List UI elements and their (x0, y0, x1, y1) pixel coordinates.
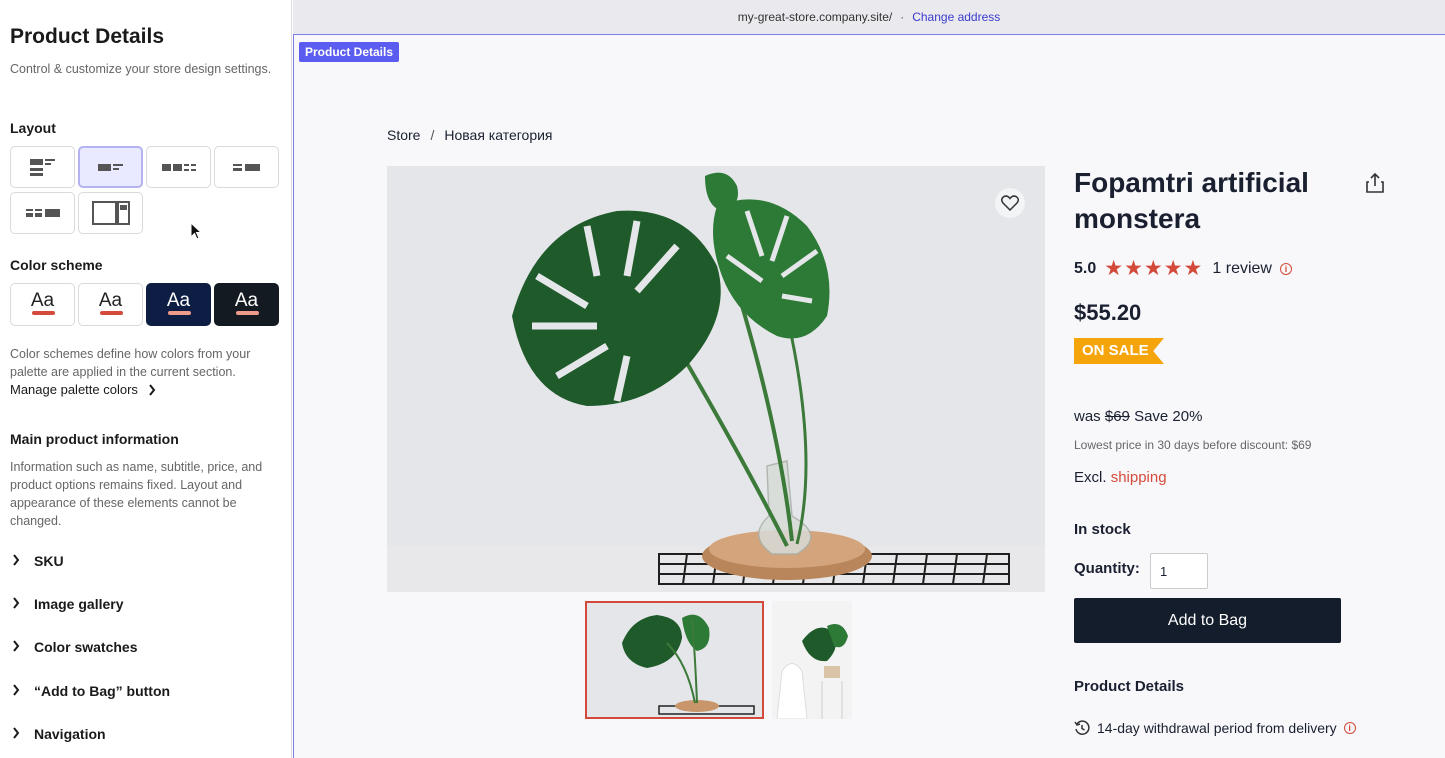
withdrawal-note: 14-day withdrawal period from delivery i (1074, 720, 1356, 736)
chevron-right-icon (13, 727, 20, 739)
thumbnail-image-2 (772, 601, 852, 719)
gallery-thumbnail-1[interactable] (585, 601, 764, 719)
breadcrumb-category[interactable]: Новая категория (444, 127, 552, 143)
change-address-link[interactable]: Change address (912, 10, 1000, 24)
stock-status: In stock (1074, 521, 1131, 538)
color-scheme-description: Color schemes define how colors from you… (10, 347, 251, 379)
rating-score: 5.0 (1074, 259, 1097, 277)
chevron-right-icon (13, 554, 20, 566)
breadcrumb-store[interactable]: Store (387, 127, 420, 143)
color-scheme-option-1[interactable]: Aa (10, 283, 75, 326)
quantity-label: Quantity: (1074, 560, 1140, 577)
layout-icon-6 (91, 201, 130, 225)
layout-option-1[interactable] (10, 146, 75, 188)
sidebar-item-label: “Add to Bag” button (34, 683, 171, 699)
on-sale-badge: ON SALE (1074, 338, 1164, 364)
reviews-link[interactable]: 1 review (1212, 260, 1272, 278)
store-address: my-great-store.company.site/ (737, 10, 893, 24)
scheme-sample-text: Aa (234, 290, 259, 311)
history-clock-icon (1074, 720, 1090, 735)
excl-label: Excl. (1074, 469, 1107, 486)
color-scheme-option-4[interactable]: Aa (214, 283, 279, 326)
thumbnail-image-1 (587, 603, 762, 717)
manage-palette-link[interactable]: Manage palette colors (10, 382, 156, 397)
main-info-description: Information such as name, subtitle, pric… (10, 460, 263, 528)
sidebar-item-label: Image gallery (34, 596, 124, 612)
layout-icon-2 (97, 164, 123, 171)
layout-heading: Layout (10, 120, 56, 136)
info-icon[interactable]: i (1279, 262, 1292, 275)
settings-sidebar: Product Details Control & customize your… (0, 0, 292, 758)
chevron-right-icon (13, 597, 20, 609)
manage-palette-label: Manage palette colors (10, 382, 138, 397)
store-preview: my-great-store.company.site/ · Change ad… (293, 0, 1445, 758)
scheme-sample-text: Aa (98, 290, 123, 311)
sidebar-item-label: Navigation (34, 726, 106, 742)
was-price: $69 (1104, 408, 1130, 425)
shipping-link[interactable]: shipping (1111, 469, 1167, 486)
layout-icon-5 (25, 209, 60, 217)
color-scheme-heading: Color scheme (10, 257, 103, 273)
chevron-right-icon (13, 684, 20, 696)
product-details-heading: Product Details (1074, 678, 1185, 695)
rating-stars: ★★★★★ (1104, 257, 1204, 280)
breadcrumb: Store / Новая категория (387, 127, 553, 143)
scheme-sample-text: Aa (30, 290, 55, 311)
wishlist-heart-button[interactable] (995, 188, 1025, 218)
gallery-thumbnail-2[interactable] (772, 601, 852, 719)
monstera-plant-image (387, 166, 1045, 592)
product-rating: 5.0 ★★★★★ 1 review i (1074, 256, 1292, 281)
sidebar-item-sku[interactable]: SKU (12, 553, 64, 569)
mouse-cursor-icon (190, 222, 202, 240)
layout-option-5[interactable] (10, 192, 75, 234)
lowest-price-note: Lowest price in 30 days before discount:… (1074, 438, 1312, 452)
share-button[interactable] (1366, 172, 1384, 198)
breadcrumb-separator: / (430, 127, 435, 143)
layout-option-6[interactable] (78, 192, 143, 234)
add-to-bag-button[interactable]: Add to Bag (1074, 598, 1341, 643)
chevron-right-icon (13, 640, 20, 652)
layout-option-4[interactable] (214, 146, 279, 188)
address-separator: · (900, 10, 905, 24)
previous-price: was $69 Save 20% (1074, 408, 1202, 425)
sidebar-title: Product Details (10, 25, 165, 48)
product-title: Fopamtri artificial monstera (1074, 167, 1309, 234)
save-percent: Save 20% (1134, 408, 1203, 425)
color-scheme-option-2[interactable]: Aa (78, 283, 143, 326)
product-price: $55.20 (1074, 300, 1142, 325)
main-info-heading: Main product information (10, 431, 179, 447)
sidebar-subtitle: Control & customize your store design se… (10, 62, 272, 76)
scheme-sample-text: Aa (166, 290, 191, 311)
chevron-right-icon (149, 383, 156, 396)
layout-option-3[interactable] (146, 146, 211, 188)
sidebar-item-image-gallery[interactable]: Image gallery (12, 596, 124, 612)
address-bar: my-great-store.company.site/ · Change ad… (293, 0, 1445, 35)
sidebar-item-label: Color swatches (34, 639, 138, 655)
color-scheme-option-3[interactable]: Aa (146, 283, 211, 326)
withdrawal-text: 14-day withdrawal period from delivery (1097, 720, 1337, 736)
layout-icon-3 (161, 164, 196, 171)
sidebar-item-label: SKU (34, 553, 64, 569)
layout-option-2[interactable] (78, 146, 143, 188)
share-icon (1366, 172, 1384, 193)
shipping-note: Excl. shipping (1074, 469, 1167, 486)
layout-icon-4 (232, 164, 260, 171)
section-badge[interactable]: Product Details (299, 42, 400, 62)
heart-icon (1001, 195, 1019, 211)
sidebar-item-navigation[interactable]: Navigation (12, 726, 106, 742)
was-label: was (1074, 408, 1101, 425)
sidebar-item-color-swatches[interactable]: Color swatches (12, 639, 137, 655)
quantity-input[interactable] (1150, 553, 1208, 589)
preview-frame: Product Details Store / Новая категория (293, 35, 1445, 758)
product-main-image[interactable] (387, 166, 1045, 592)
sidebar-item-add-to-bag-button[interactable]: “Add to Bag” button (12, 683, 170, 699)
layout-icon-1 (29, 159, 55, 176)
info-icon[interactable]: i (1343, 722, 1356, 734)
